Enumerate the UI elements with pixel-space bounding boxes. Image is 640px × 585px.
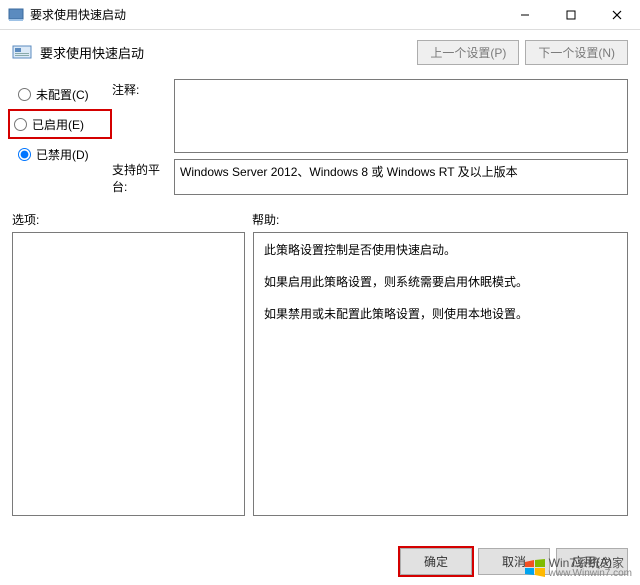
policy-title: 要求使用快速启动: [40, 43, 417, 62]
radio-enabled-input[interactable]: [14, 118, 27, 131]
help-paragraph: 如果启用此策略设置，则系统需要启用休眠模式。: [264, 273, 617, 291]
help-paragraph: 此策略设置控制是否使用快速启动。: [264, 241, 617, 259]
footer-buttons: 确定 取消 应用(A): [400, 548, 628, 575]
close-button[interactable]: [594, 0, 640, 29]
help-box: 此策略设置控制是否使用快速启动。 如果启用此策略设置，则系统需要启用休眠模式。 …: [253, 232, 628, 516]
title-bar: 要求使用快速启动: [0, 0, 640, 30]
next-setting-button[interactable]: 下一个设置(N): [525, 40, 628, 65]
cancel-button[interactable]: 取消: [478, 548, 550, 575]
help-label: 帮助:: [252, 211, 628, 228]
options-box: [12, 232, 245, 516]
ok-button[interactable]: 确定: [400, 548, 472, 575]
window-title: 要求使用快速启动: [30, 6, 502, 23]
maximize-button[interactable]: [548, 0, 594, 29]
comment-textarea[interactable]: [174, 79, 628, 153]
radio-not-configured-label: 未配置(C): [36, 86, 89, 103]
radio-disabled-label: 已禁用(D): [36, 146, 89, 163]
header: 要求使用快速启动 上一个设置(P) 下一个设置(N): [0, 30, 640, 79]
options-label: 选项:: [12, 211, 252, 228]
apply-button[interactable]: 应用(A): [556, 548, 628, 575]
policy-icon: [12, 43, 32, 63]
radio-not-configured[interactable]: 未配置(C): [12, 79, 112, 109]
radio-disabled-input[interactable]: [18, 148, 31, 161]
minimize-button[interactable]: [502, 0, 548, 29]
radio-disabled[interactable]: 已禁用(D): [12, 139, 112, 169]
app-icon: [8, 7, 24, 23]
supported-platform-text: Windows Server 2012、Windows 8 或 Windows …: [180, 165, 518, 179]
comment-label: 注释:: [112, 79, 174, 153]
radio-enabled[interactable]: 已启用(E): [8, 109, 112, 139]
platform-label: 支持的平台:: [112, 159, 174, 195]
supported-platform-box: Windows Server 2012、Windows 8 或 Windows …: [174, 159, 628, 195]
previous-setting-button[interactable]: 上一个设置(P): [417, 40, 519, 65]
radio-not-configured-input[interactable]: [18, 88, 31, 101]
radio-enabled-label: 已启用(E): [32, 116, 84, 133]
help-paragraph: 如果禁用或未配置此策略设置，则使用本地设置。: [264, 305, 617, 323]
